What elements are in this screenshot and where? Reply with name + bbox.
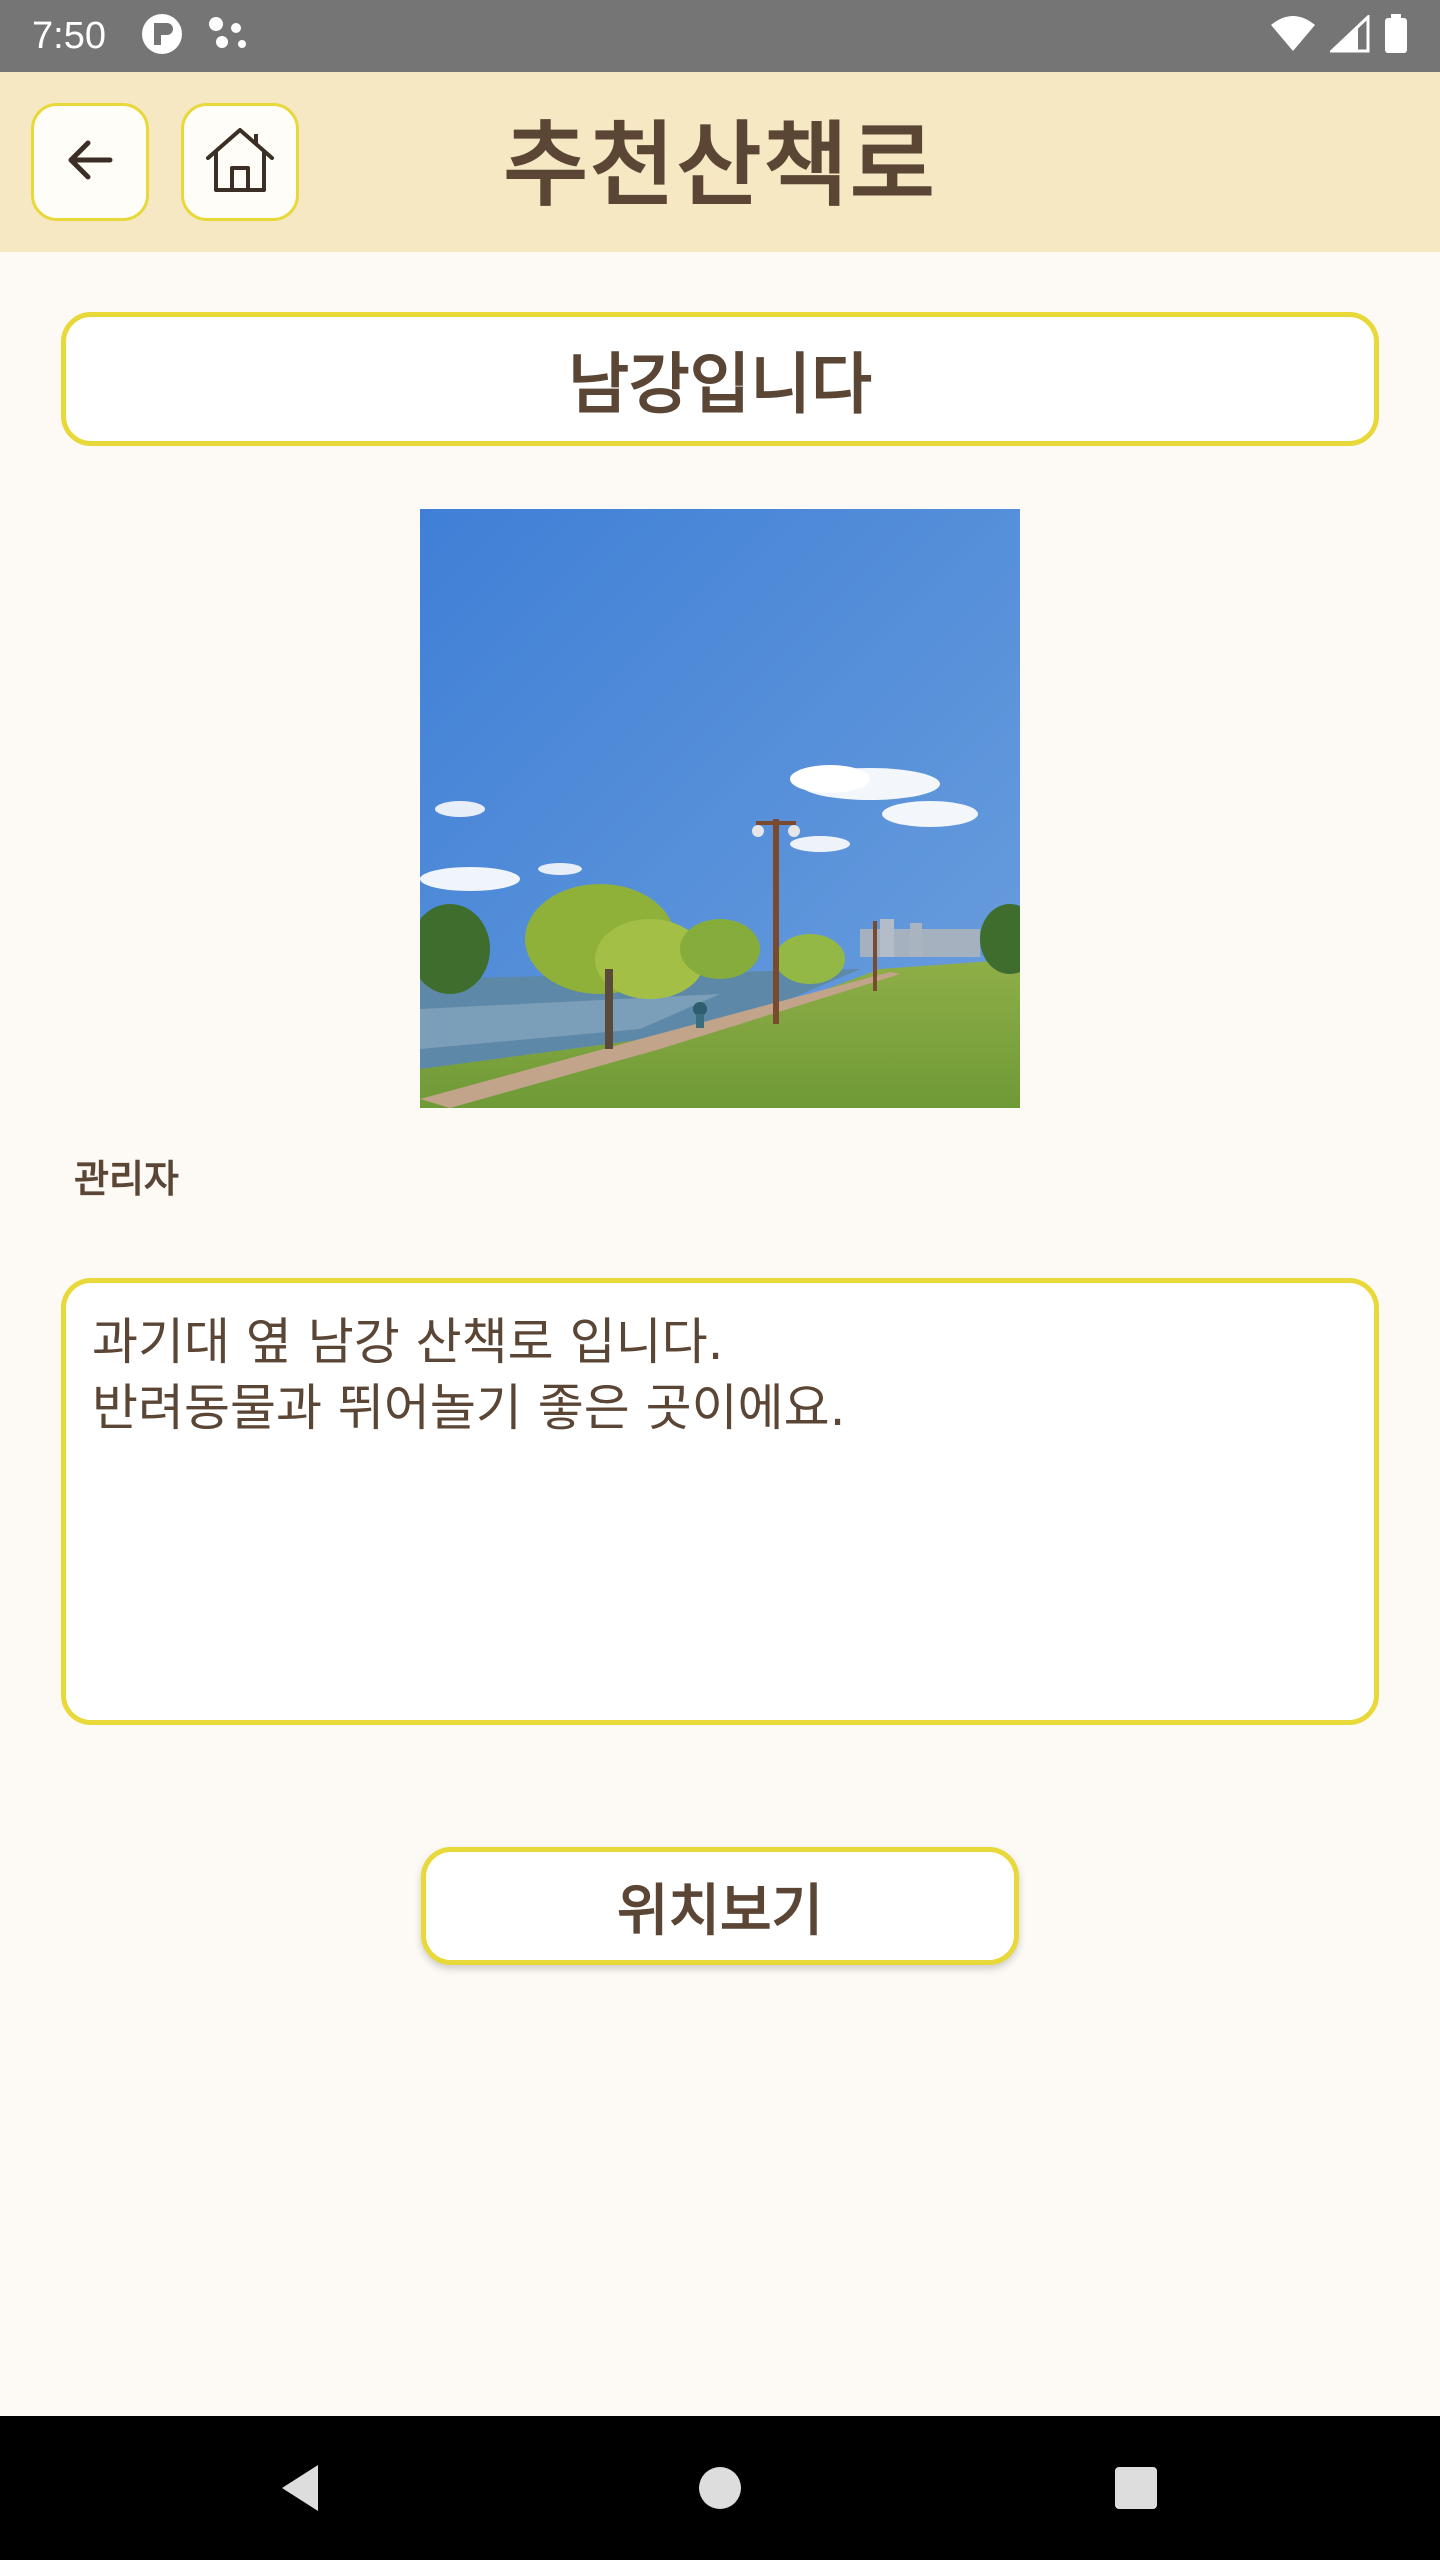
page-title: 추천산책로 — [503, 111, 937, 219]
back-triangle-icon[interactable] — [240, 2416, 360, 2560]
battery-icon — [1384, 14, 1408, 58]
assistant-dots-icon — [206, 14, 250, 58]
status-bar: 7:50 — [0, 0, 1440, 72]
author-label: 관리자 — [74, 1157, 179, 1201]
app-notification-icon — [140, 12, 184, 60]
description-field[interactable]: 과기대 옆 남강 산책로 입니다. 반려동물과 뛰어놀기 좋은 곳이에요. — [61, 1278, 1379, 1725]
status-left-icons — [140, 12, 250, 60]
status-time: 7:50 — [32, 14, 106, 57]
recents-square-icon[interactable] — [1076, 2416, 1196, 2560]
system-nav-bar — [0, 2416, 1440, 2560]
app-bar: 추천산책로 — [0, 72, 1440, 252]
status-right-icons — [1270, 13, 1408, 58]
wifi-icon — [1270, 15, 1316, 57]
view-location-button[interactable]: 위치보기 — [421, 1847, 1019, 1965]
home-circle-icon[interactable] — [660, 2416, 780, 2560]
walk-path-photo — [420, 509, 1020, 1108]
place-title: 남강입니다 — [61, 312, 1379, 446]
cellular-signal-icon — [1328, 13, 1370, 57]
